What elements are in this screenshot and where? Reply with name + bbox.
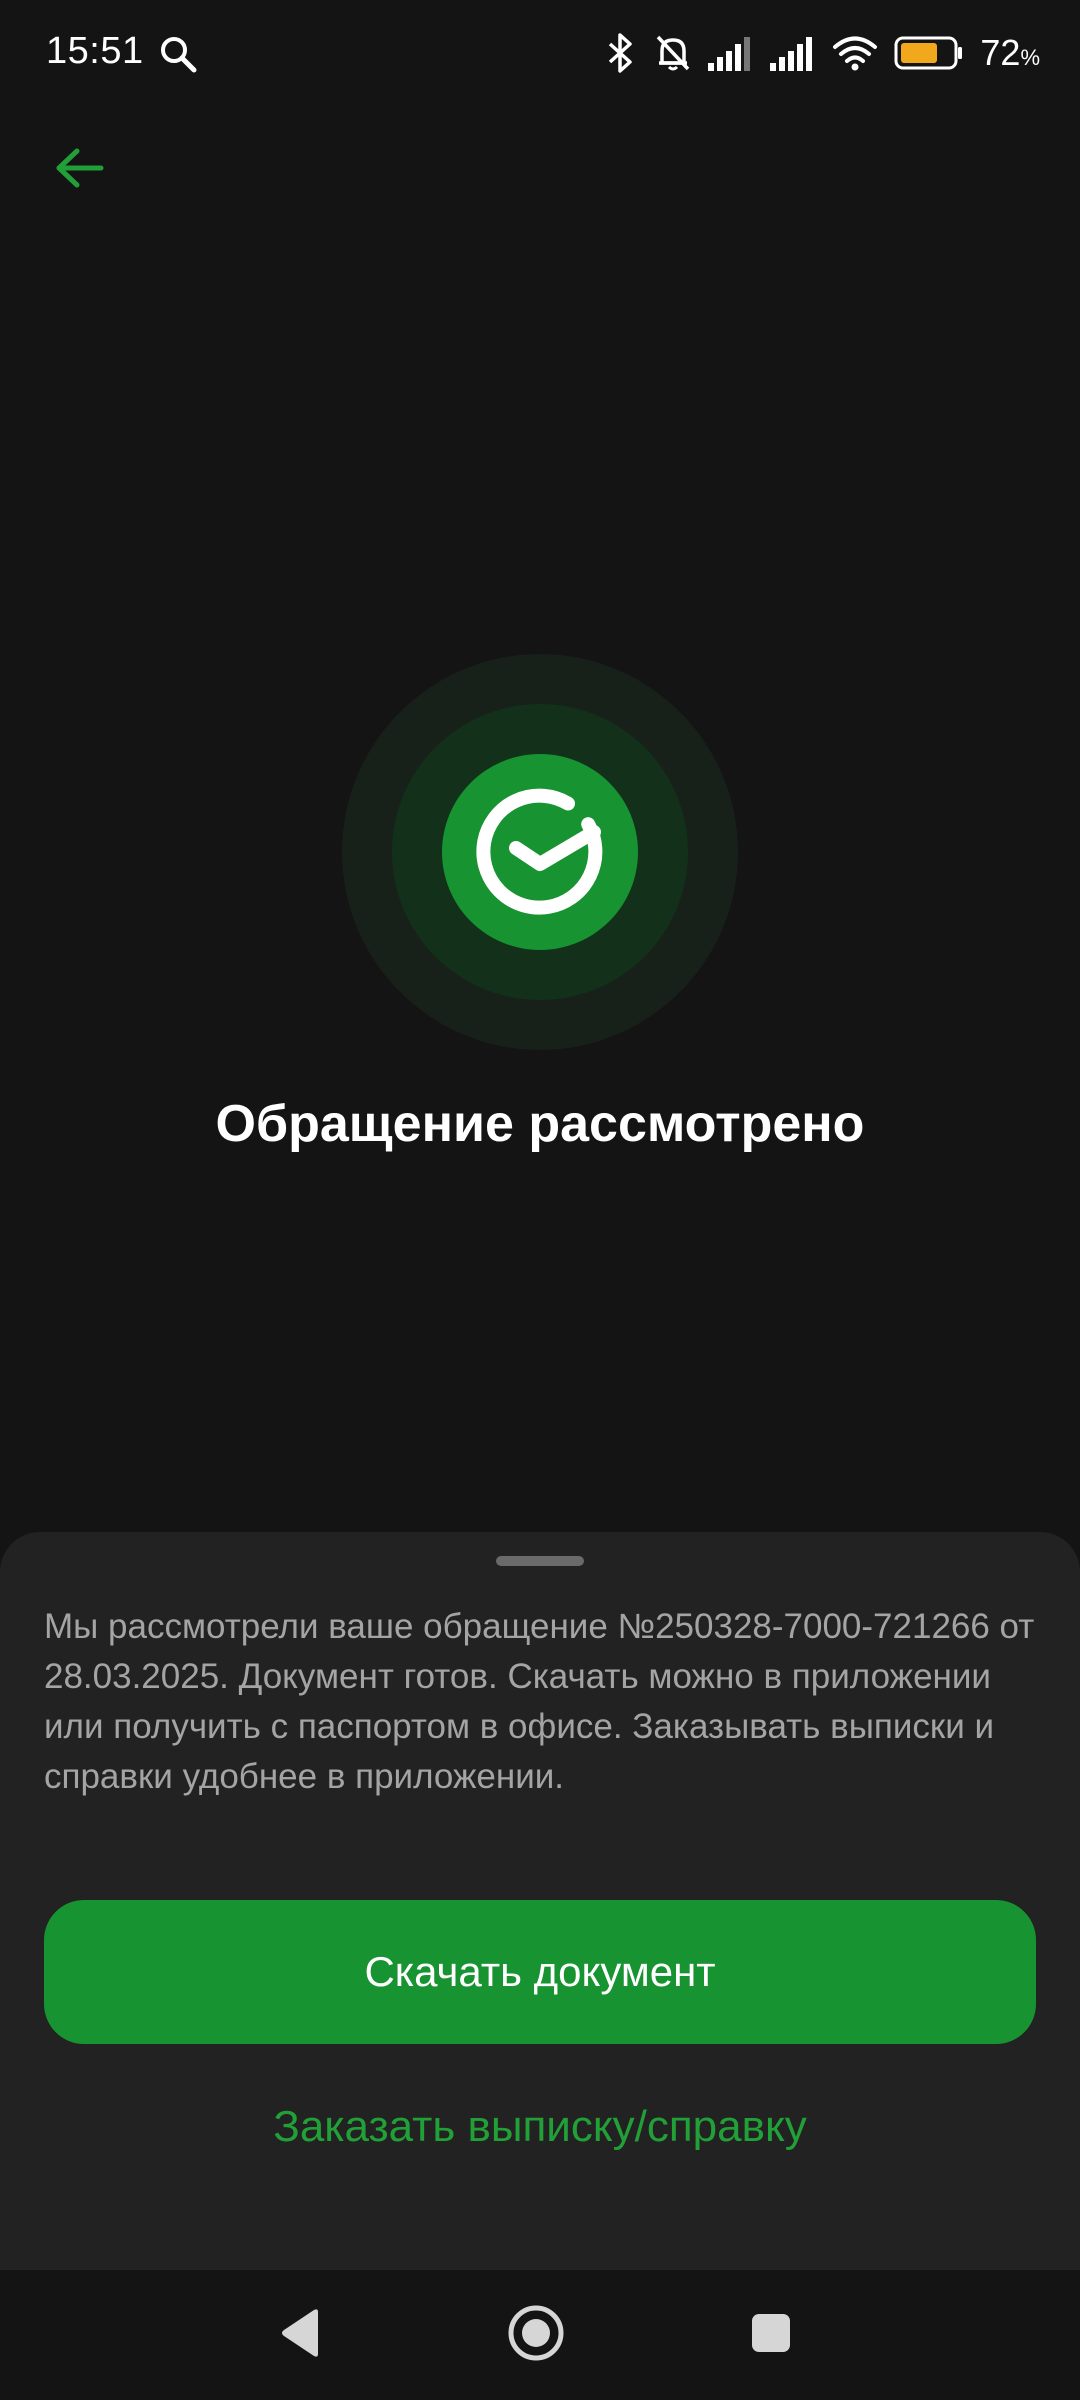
- signal-icon: [708, 35, 754, 71]
- bell-off-icon: [654, 33, 692, 73]
- battery-percent: 72%: [980, 32, 1040, 73]
- success-emblem: [342, 654, 738, 1050]
- screen: 15:51 72% Обращение рассмотрено Мы рассм…: [0, 0, 1080, 2400]
- status-bar: 15:51 72%: [0, 0, 1080, 110]
- back-triangle-icon: [278, 2308, 322, 2363]
- download-document-button[interactable]: Скачать документ: [44, 1900, 1036, 2044]
- nav-recents-button[interactable]: [736, 2300, 806, 2370]
- status-time: 15:51: [46, 30, 144, 72]
- back-button[interactable]: [40, 130, 120, 210]
- battery-icon: [894, 35, 964, 71]
- sber-check-icon: [442, 754, 638, 950]
- nav-home-button[interactable]: [501, 2300, 571, 2370]
- sheet-drag-handle[interactable]: [496, 1556, 584, 1566]
- page-title: Обращение рассмотрено: [215, 1095, 865, 1153]
- order-statement-button[interactable]: Заказать выписку/справку: [0, 2102, 1080, 2182]
- search-icon: [158, 34, 198, 74]
- home-circle-icon: [506, 2303, 566, 2368]
- status-icons: 72%: [604, 28, 1040, 78]
- nav-back-button[interactable]: [265, 2300, 335, 2370]
- recents-square-icon: [750, 2312, 792, 2359]
- bottom-sheet: Мы рассмотрели ваше обращение №250328-70…: [0, 1532, 1080, 2270]
- arrow-left-icon: [55, 147, 105, 194]
- system-nav-bar: [0, 2270, 1080, 2400]
- signal-icon: [770, 35, 816, 71]
- wifi-icon: [832, 34, 878, 72]
- bluetooth-icon: [604, 33, 638, 73]
- sheet-message: Мы рассмотрели ваше обращение №250328-70…: [44, 1607, 1035, 1796]
